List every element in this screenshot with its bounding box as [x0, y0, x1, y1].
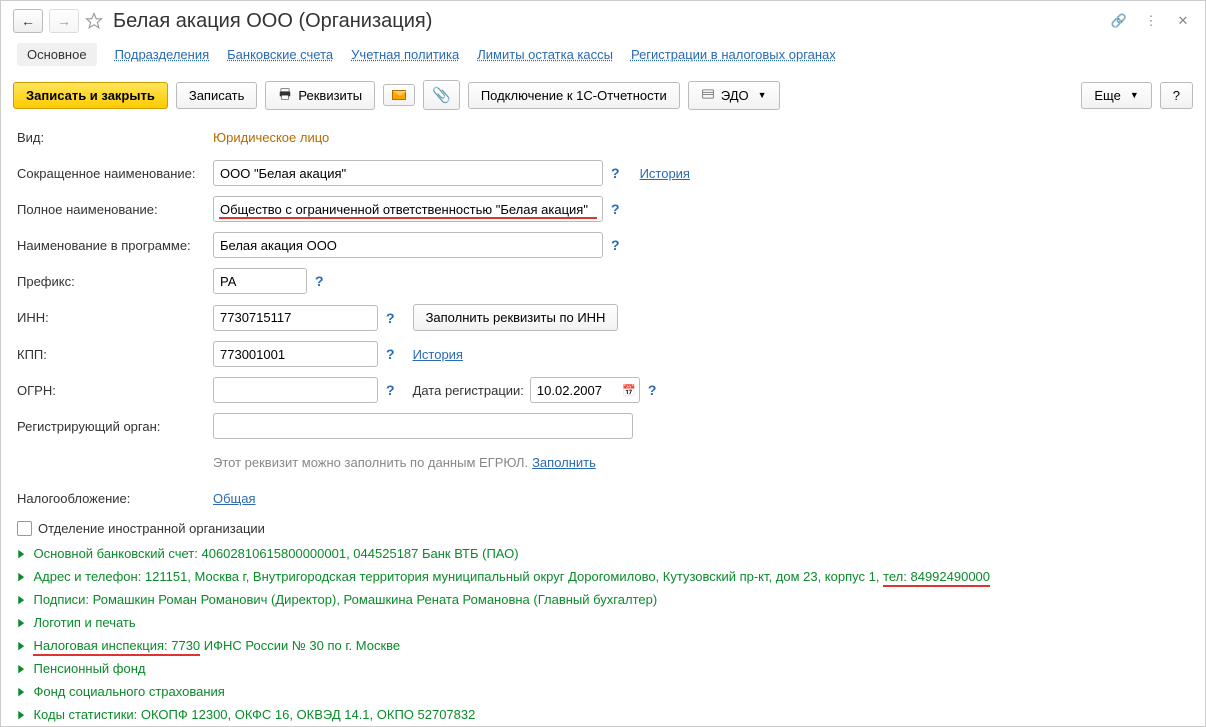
- edo-icon: [701, 87, 715, 104]
- help-icon[interactable]: ?: [386, 310, 395, 326]
- mail-button[interactable]: [383, 84, 415, 106]
- expand-tax-inspection[interactable]: ▶ Налоговая инспекция: 7730 ИФНС России №…: [13, 638, 1193, 653]
- envelope-icon: [392, 90, 406, 100]
- chevron-down-icon: ▼: [1130, 90, 1139, 100]
- more-button[interactable]: Еще ▼: [1081, 82, 1151, 109]
- tab-bank-accounts[interactable]: Банковские счета: [227, 43, 333, 66]
- back-button[interactable]: ←: [13, 9, 43, 33]
- ogrn-label: ОГРН:: [13, 383, 213, 398]
- help-icon[interactable]: ?: [315, 273, 324, 289]
- chevron-right-icon: ▶: [18, 547, 24, 560]
- close-icon[interactable]: ✕: [1173, 11, 1193, 31]
- foreign-org-label: Отделение иностранной организации: [38, 521, 265, 536]
- connect-1c-button[interactable]: Подключение к 1С-Отчетности: [468, 82, 680, 109]
- chevron-right-icon: ▶: [18, 708, 24, 721]
- window-title: Белая акация ООО (Организация): [113, 10, 432, 33]
- underline-mark: [219, 217, 597, 219]
- chevron-right-icon: ▶: [18, 662, 24, 675]
- regorg-hint: Этот реквизит можно заполнить по данным …: [213, 455, 528, 470]
- edo-label: ЭДО: [721, 88, 749, 103]
- expand-tax-inspection-name: ИФНС России № 30 по г. Москве: [200, 638, 400, 653]
- prefix-label: Префикс:: [13, 274, 213, 289]
- taxation-link[interactable]: Общая: [213, 491, 256, 506]
- help-icon[interactable]: ?: [648, 382, 657, 398]
- expand-bank-text: Основной банковский счет: 40602810615800…: [33, 546, 518, 561]
- help-icon[interactable]: ?: [611, 165, 620, 181]
- tab-bar: Основное Подразделения Банковские счета …: [13, 43, 1193, 66]
- expand-codes-text: Коды статистики: ОКОПФ 12300, ОКФС 16, О…: [33, 707, 475, 722]
- forward-button[interactable]: →: [49, 9, 79, 33]
- prefix-input[interactable]: [213, 268, 307, 294]
- expand-fss[interactable]: ▶ Фонд социального страхования: [13, 684, 1193, 699]
- ogrn-input[interactable]: [213, 377, 378, 403]
- paperclip-icon: 📎: [432, 86, 451, 104]
- requisites-button[interactable]: Реквизиты: [265, 81, 375, 110]
- expand-pension[interactable]: ▶ Пенсионный фонд: [13, 661, 1193, 676]
- expand-address-text: Адрес и телефон: 121151, Москва г, Внутр…: [33, 569, 883, 584]
- expand-codes[interactable]: ▶ Коды статистики: ОКОПФ 12300, ОКФС 16, …: [13, 707, 1193, 722]
- kpp-input[interactable]: [213, 341, 378, 367]
- print-icon: [278, 87, 292, 104]
- expand-pension-text: Пенсионный фонд: [33, 661, 145, 676]
- attach-button[interactable]: 📎: [423, 80, 460, 110]
- kind-label: Вид:: [13, 130, 213, 145]
- expand-signatures[interactable]: ▶ Подписи: Ромашкин Роман Романович (Дире…: [13, 592, 1193, 607]
- chevron-right-icon: ▶: [18, 570, 24, 583]
- expand-address[interactable]: ▶ Адрес и телефон: 121151, Москва г, Внут…: [13, 569, 1193, 584]
- expand-logo-text: Логотип и печать: [33, 615, 135, 630]
- short-name-label: Сокращенное наименование:: [13, 166, 213, 181]
- toolbar: Записать и закрыть Записать Реквизиты 📎 …: [13, 80, 1193, 110]
- regdate-label: Дата регистрации:: [413, 383, 524, 398]
- regorg-input[interactable]: [213, 413, 633, 439]
- help-icon[interactable]: ?: [611, 201, 620, 217]
- help-icon[interactable]: ?: [386, 346, 395, 362]
- full-name-label: Полное наименование:: [13, 202, 213, 217]
- edo-button[interactable]: ЭДО ▼: [688, 81, 780, 110]
- foreign-org-checkbox[interactable]: [17, 521, 32, 536]
- taxation-label: Налогообложение:: [13, 491, 213, 506]
- kpp-history-link[interactable]: История: [413, 347, 463, 362]
- link-icon[interactable]: 🔗: [1109, 11, 1129, 31]
- short-name-input[interactable]: [213, 160, 603, 186]
- save-and-close-button[interactable]: Записать и закрыть: [13, 82, 168, 109]
- more-menu-icon[interactable]: ⋮: [1141, 11, 1161, 31]
- chevron-right-icon: ▶: [18, 616, 24, 629]
- expand-fss-text: Фонд социального страхования: [33, 684, 224, 699]
- tab-tax-registrations[interactable]: Регистрации в налоговых органах: [631, 43, 836, 66]
- chevron-right-icon: ▶: [18, 639, 24, 652]
- expand-address-phone: тел: 84992490000: [883, 569, 990, 587]
- regdate-input[interactable]: [530, 377, 640, 403]
- chevron-right-icon: ▶: [18, 685, 24, 698]
- tab-subdivisions[interactable]: Подразделения: [115, 43, 210, 66]
- kpp-label: КПП:: [13, 347, 213, 362]
- expand-signatures-text: Подписи: Ромашкин Роман Романович (Дирек…: [33, 592, 657, 607]
- help-icon[interactable]: ?: [611, 237, 620, 253]
- inn-input[interactable]: [213, 305, 378, 331]
- more-label: Еще: [1094, 88, 1120, 103]
- expand-bank[interactable]: ▶ Основной банковский счет: 4060281061580…: [13, 546, 1193, 561]
- kind-value[interactable]: Юридическое лицо: [213, 130, 329, 145]
- program-name-label: Наименование в программе:: [13, 238, 213, 253]
- program-name-input[interactable]: [213, 232, 603, 258]
- regorg-label: Регистрирующий орган:: [13, 419, 213, 434]
- tab-main[interactable]: Основное: [17, 43, 97, 66]
- history-link[interactable]: История: [640, 166, 690, 181]
- requisites-label: Реквизиты: [298, 88, 362, 103]
- help-button[interactable]: ?: [1160, 82, 1193, 109]
- help-icon[interactable]: ?: [386, 382, 395, 398]
- tab-cash-limits[interactable]: Лимиты остатка кассы: [477, 43, 613, 66]
- tab-accounting-policy[interactable]: Учетная политика: [351, 43, 459, 66]
- chevron-down-icon: ▼: [758, 90, 767, 100]
- favorite-star-icon[interactable]: [85, 12, 103, 30]
- chevron-right-icon: ▶: [18, 593, 24, 606]
- inn-label: ИНН:: [13, 310, 213, 325]
- fill-by-inn-button[interactable]: Заполнить реквизиты по ИНН: [413, 304, 619, 331]
- save-button[interactable]: Записать: [176, 82, 258, 109]
- fill-from-egrul-link[interactable]: Заполнить: [532, 455, 596, 470]
- expand-tax-inspection-code: Налоговая инспекция: 7730: [33, 638, 200, 656]
- expand-logo[interactable]: ▶ Логотип и печать: [13, 615, 1193, 630]
